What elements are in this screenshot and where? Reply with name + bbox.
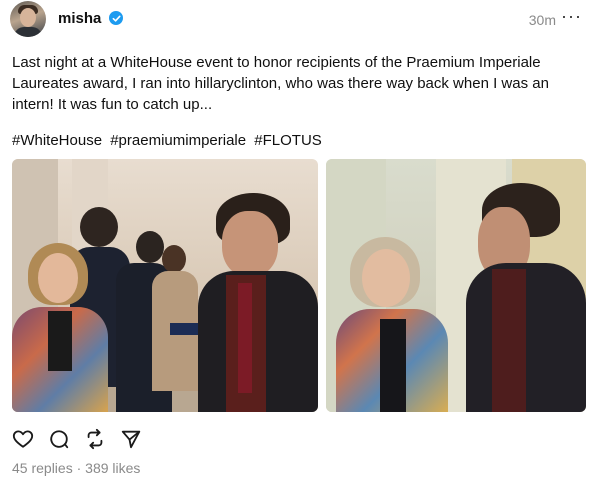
guest-book — [170, 323, 200, 335]
woman-top — [380, 319, 406, 412]
avatar-face — [20, 8, 36, 27]
guest-head — [136, 231, 164, 263]
comment-icon[interactable] — [48, 428, 70, 450]
hashtag-flotus[interactable]: #FLOTUS — [254, 132, 322, 149]
post-image-2[interactable] — [326, 159, 586, 412]
guest-head — [162, 245, 186, 273]
username[interactable]: misha — [58, 10, 101, 27]
woman-face — [362, 249, 410, 307]
share-icon[interactable] — [120, 428, 142, 450]
avatar[interactable] — [10, 1, 46, 37]
man-shirt — [492, 269, 526, 412]
man-tie — [238, 283, 252, 393]
heart-icon[interactable] — [12, 428, 34, 450]
likes-count[interactable]: 389 likes — [85, 460, 140, 476]
timestamp[interactable]: 30m — [529, 12, 556, 28]
guest-head — [80, 207, 118, 247]
hashtag-whitehouse[interactable]: #WhiteHouse — [12, 132, 102, 149]
repost-icon[interactable] — [84, 428, 106, 450]
post-text: Last night at a WhiteHouse event to hono… — [12, 54, 549, 113]
woman-top — [48, 311, 72, 371]
post-stats: 45 replies · 389 likes — [12, 460, 140, 476]
avatar-shirt — [14, 27, 42, 37]
stats-separator: · — [76, 460, 82, 476]
replies-count[interactable]: 45 replies — [12, 460, 73, 476]
hashtag-praemiumimperiale[interactable]: #praemiumimperiale — [110, 132, 246, 149]
man-face — [222, 211, 278, 277]
woman-face — [38, 253, 78, 303]
post-header: misha 30m ··· — [10, 0, 590, 40]
more-options-icon[interactable]: ··· — [561, 6, 582, 27]
man-jacket — [466, 263, 586, 412]
post-image-1[interactable] — [12, 159, 318, 412]
verified-badge-icon — [109, 11, 123, 25]
hashtags: #WhiteHouse #praemiumimperiale #FLOTUS — [12, 132, 326, 149]
